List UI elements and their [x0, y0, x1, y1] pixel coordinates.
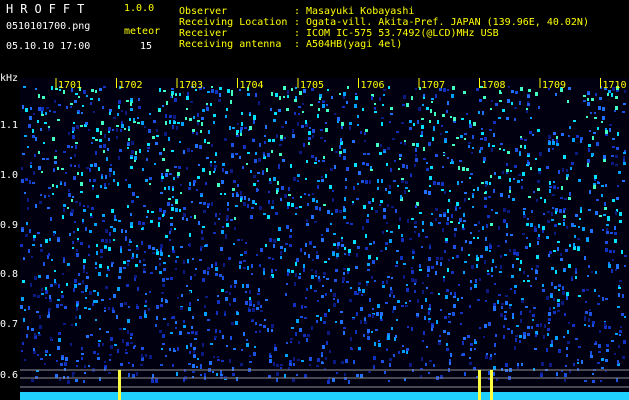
y-tick-label: 0.9	[0, 220, 19, 231]
location-value: Ogata-vill. Akita-Pref. JAPAN (139.96E, …	[306, 17, 589, 28]
x-tick-label: 1702	[119, 80, 143, 91]
y-unit-label: kHz	[0, 73, 19, 84]
x-tick-label: 1709	[542, 80, 566, 91]
antenna-label: Receiving antenna	[179, 39, 282, 50]
x-tick-label: 1705	[300, 80, 324, 91]
meteor-count: 15	[140, 41, 153, 52]
app-version: 1.0.0	[124, 3, 155, 14]
y-tick-label: 0.8	[0, 269, 19, 280]
receiver-value: ICOM IC-575 53.7492(@LCD)MHz USB	[306, 28, 499, 39]
observer-sep: :	[294, 6, 301, 17]
y-tick-label: 0.7	[0, 319, 19, 330]
x-tick-label: 1708	[482, 80, 506, 91]
receiver-label: Receiver	[179, 28, 228, 39]
meteor-spike	[478, 370, 481, 400]
antenna-sep: :	[294, 39, 301, 50]
y-tick-label: 1.1	[0, 120, 19, 131]
filename: 0510101700.png	[6, 21, 91, 32]
x-tick-label: 1707	[421, 80, 445, 91]
observer-value: Masayuki Kobayashi	[306, 6, 415, 17]
location-sep: :	[294, 17, 301, 28]
spectrogram: 1701 1702 1703 1704 1705 1706 1707 1708 1709 1710	[20, 78, 629, 400]
datetime: 05.10.10 17:00	[6, 41, 91, 52]
location-label: Receiving Location	[179, 17, 288, 28]
amplitude-band	[20, 392, 629, 400]
x-tick-label: 1704	[240, 80, 264, 91]
meteor-spike	[118, 370, 121, 400]
app-title: HROFFT	[6, 2, 92, 16]
x-tick-label: 1710	[603, 80, 627, 91]
x-tick-label: 1706	[361, 80, 385, 91]
meteor-label: meteor	[124, 26, 161, 37]
antenna-value: A504HB(yagi 4el)	[306, 39, 403, 50]
x-tick-label: 1701	[58, 80, 82, 91]
meteor-spike	[490, 370, 493, 400]
receiver-sep: :	[294, 28, 301, 39]
y-tick-label: 0.6	[0, 370, 19, 381]
header-panel: HROFFT 1.0.0 0510101700.png 05.10.10 17:…	[0, 0, 629, 78]
observer-label: Observer	[179, 6, 228, 17]
y-tick-label: 1.0	[0, 170, 19, 181]
x-tick-label: 1703	[179, 80, 203, 91]
